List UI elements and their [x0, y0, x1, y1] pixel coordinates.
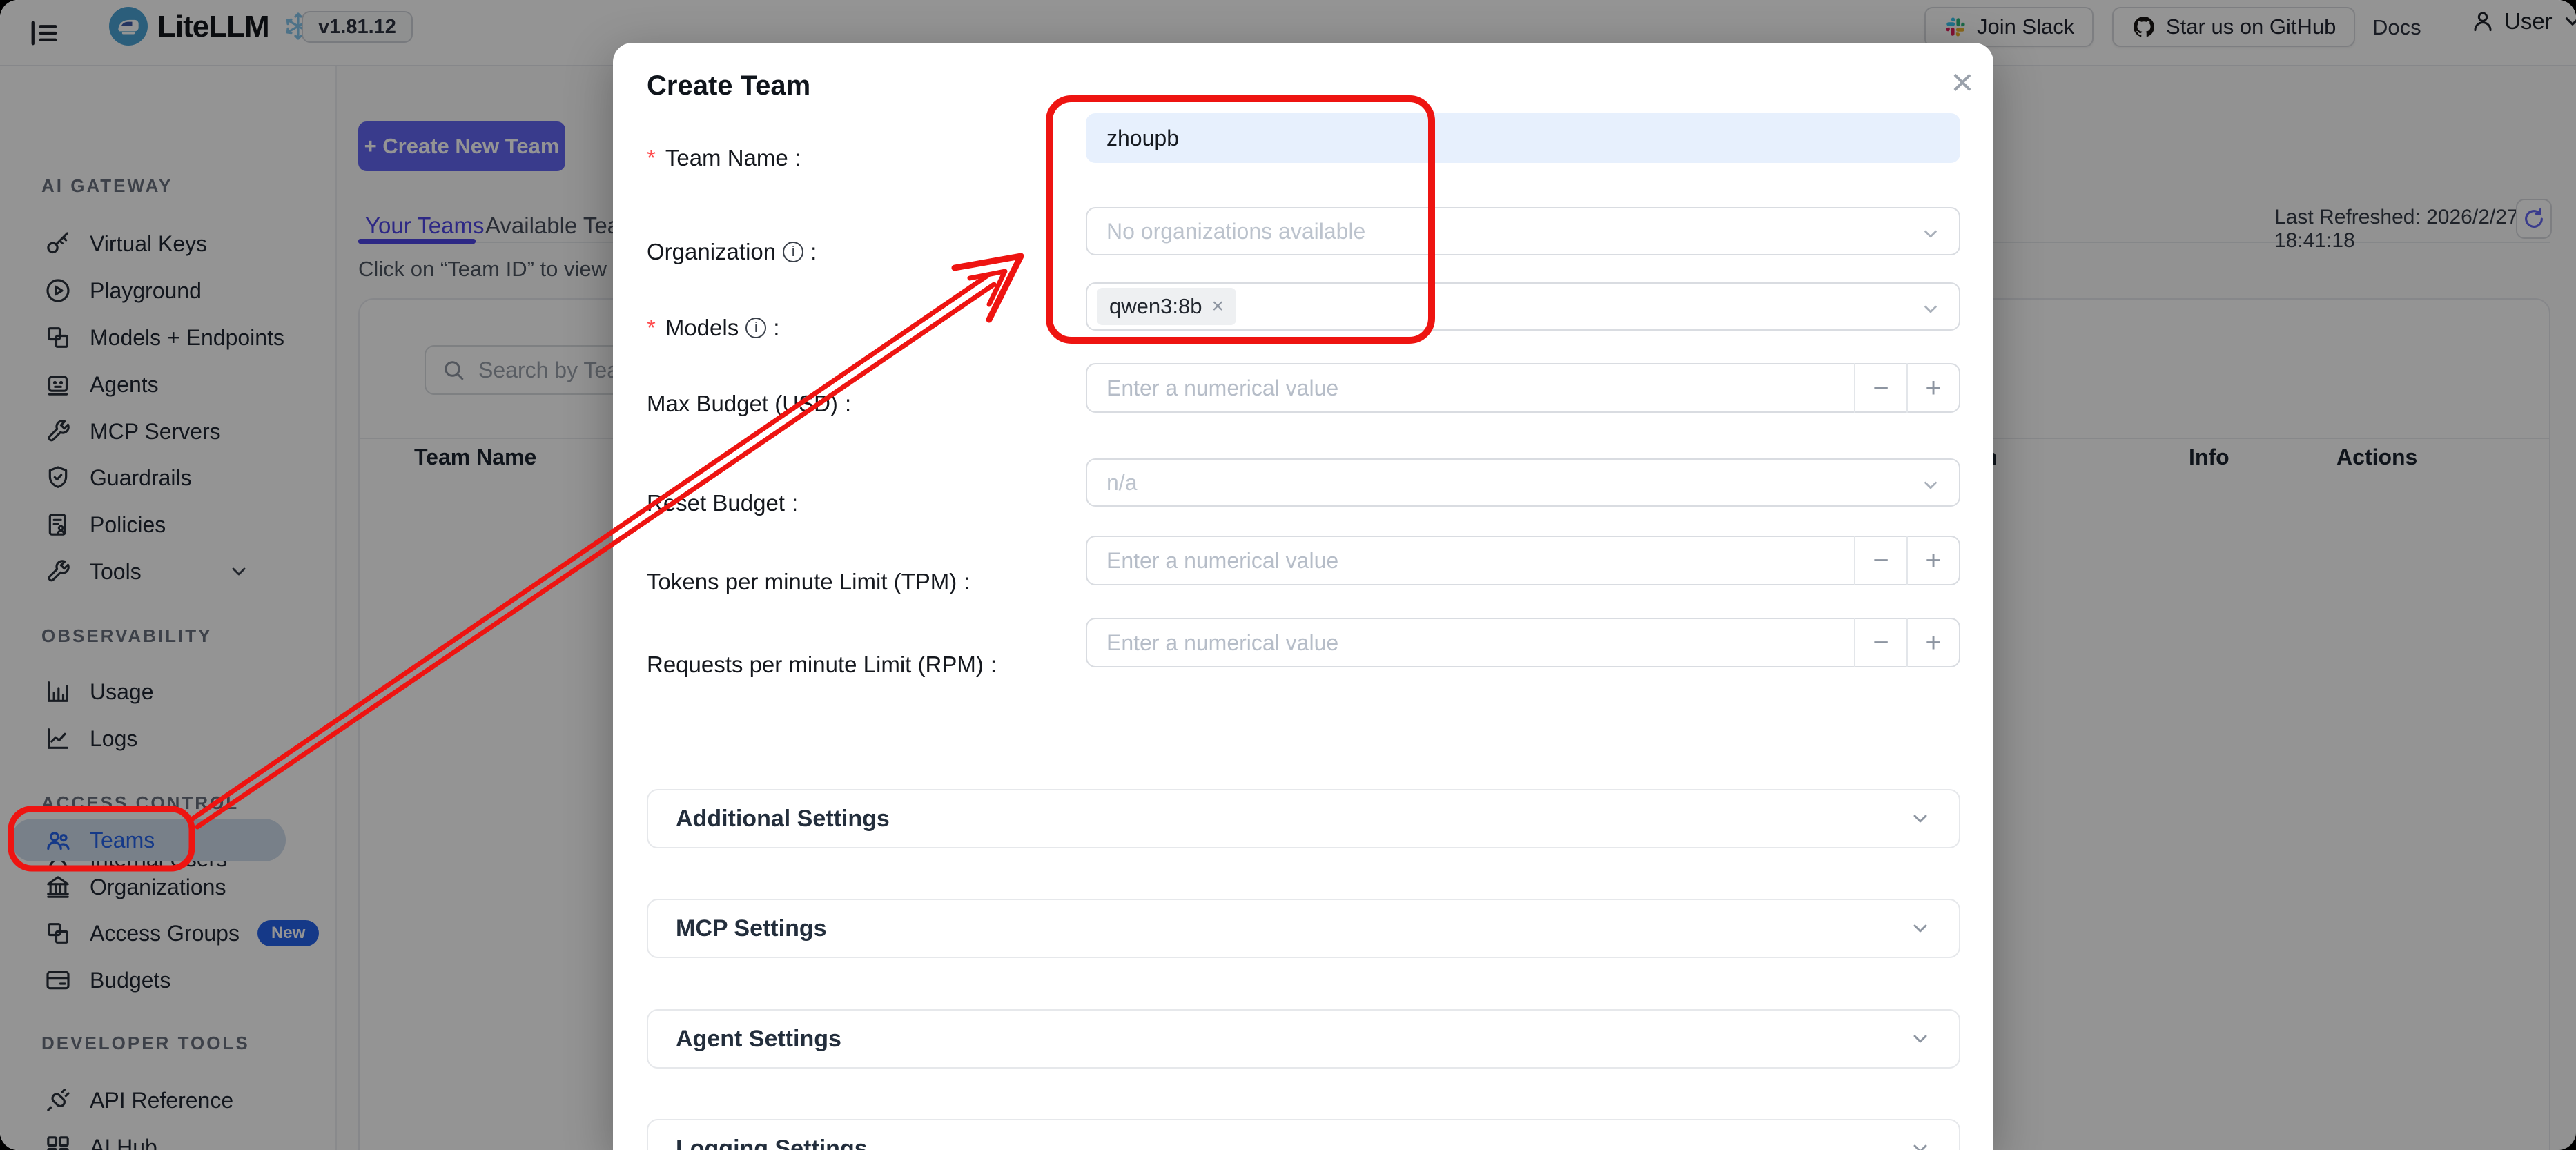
team-name-input[interactable]	[1086, 113, 1960, 163]
logging-settings-accordion[interactable]: Logging Settings	[647, 1119, 1960, 1150]
tpm-input[interactable]	[1086, 536, 1960, 585]
remove-tag-icon[interactable]: ×	[1211, 295, 1224, 318]
close-icon[interactable]: ×	[1938, 58, 1987, 106]
chevron-down-icon	[1909, 808, 1931, 830]
chevron-down-icon	[1909, 917, 1931, 939]
chevron-down-icon	[1920, 224, 1941, 244]
increment-button[interactable]: +	[1908, 363, 1959, 413]
required-mark: *	[647, 315, 656, 341]
reset-budget-select[interactable]: n/a	[1086, 458, 1960, 507]
team-name-label: * Team Name :	[647, 145, 801, 171]
chevron-down-icon	[1920, 299, 1941, 320]
decrement-button[interactable]: −	[1855, 618, 1906, 667]
decrement-button[interactable]: −	[1855, 536, 1906, 585]
tpm-number-input: − +	[1086, 536, 1960, 585]
organization-select[interactable]: No organizations available	[1086, 207, 1960, 255]
model-tag: qwen3:8b ×	[1097, 288, 1236, 325]
rpm-label: Requests per minute Limit (RPM) :	[647, 652, 997, 678]
max-budget-input[interactable]	[1086, 363, 1960, 413]
decrement-button[interactable]: −	[1855, 363, 1906, 413]
chevron-down-icon	[1909, 1028, 1931, 1050]
increment-button[interactable]: +	[1908, 618, 1959, 667]
chevron-down-icon	[1909, 1138, 1931, 1150]
organization-placeholder: No organizations available	[1106, 219, 1365, 244]
tpm-label: Tokens per minute Limit (TPM) :	[647, 569, 970, 595]
max-budget-number-input: − +	[1086, 363, 1960, 413]
accordion-title: MCP Settings	[676, 915, 827, 942]
reset-budget-placeholder: n/a	[1106, 470, 1137, 496]
info-icon: i	[783, 242, 803, 262]
models-label: * Models i :	[647, 315, 779, 341]
reset-budget-label: Reset Budget :	[647, 490, 798, 516]
rpm-number-input: − +	[1086, 618, 1960, 667]
create-team-modal: Create Team × * Team Name : Organization…	[613, 43, 1993, 1150]
litellm-admin-screen: LiteLLM v1.81.12 Join Slack Star us on G…	[0, 0, 2576, 1150]
accordion-title: Additional Settings	[676, 806, 890, 832]
additional-settings-accordion[interactable]: Additional Settings	[647, 789, 1960, 848]
models-select[interactable]: qwen3:8b ×	[1086, 282, 1960, 331]
organization-label: Organization i :	[647, 239, 817, 265]
info-icon: i	[745, 318, 766, 338]
accordion-title: Logging Settings	[676, 1136, 868, 1150]
required-mark: *	[647, 145, 656, 171]
agent-settings-accordion[interactable]: Agent Settings	[647, 1009, 1960, 1069]
chevron-down-icon	[1920, 475, 1941, 496]
accordion-title: Agent Settings	[676, 1026, 841, 1053]
modal-title: Create Team	[647, 70, 810, 101]
rpm-input[interactable]	[1086, 618, 1960, 667]
increment-button[interactable]: +	[1908, 536, 1959, 585]
mcp-settings-accordion[interactable]: MCP Settings	[647, 899, 1960, 958]
max-budget-label: Max Budget (USD) :	[647, 391, 851, 417]
